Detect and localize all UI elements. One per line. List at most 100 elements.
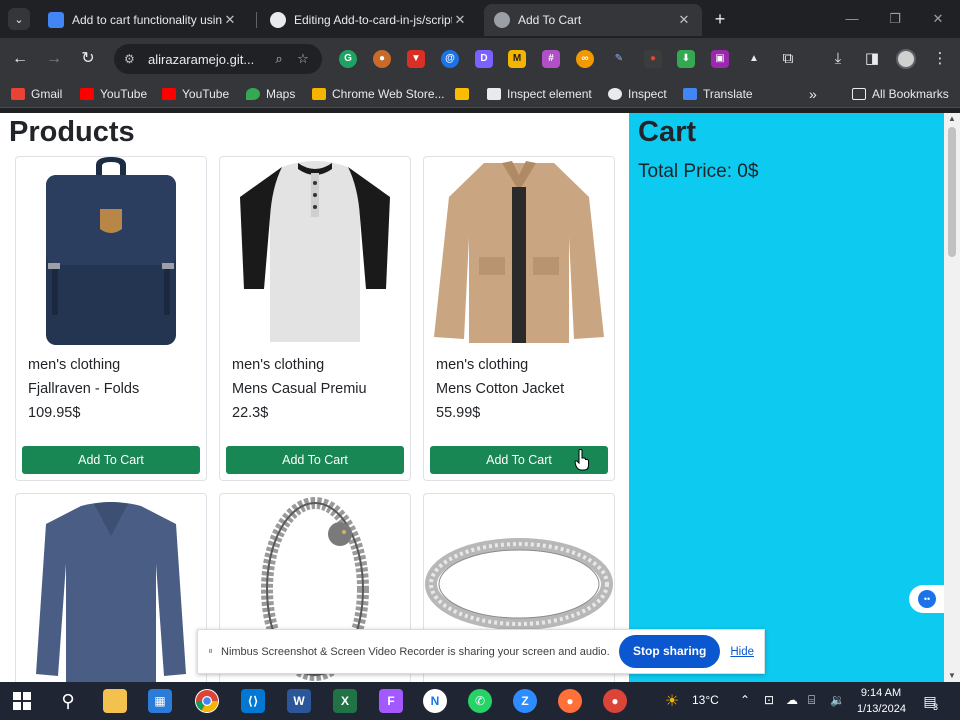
close-icon[interactable]: ✕ bbox=[676, 12, 692, 28]
tab-editing-script[interactable]: Editing Add-to-card-in-js/script ✕ bbox=[260, 4, 478, 36]
close-icon[interactable]: ✕ bbox=[222, 12, 238, 28]
firefox-icon[interactable]: ● bbox=[558, 689, 582, 713]
grammarly-extension-icon[interactable]: G bbox=[339, 50, 357, 68]
tab-search-button[interactable]: ⌄ bbox=[8, 8, 30, 30]
minimize-icon[interactable]: — bbox=[842, 9, 862, 29]
bookmark-youtube[interactable]: YouTube bbox=[80, 85, 147, 103]
extensions-puzzle-icon[interactable]: ⧉ bbox=[777, 48, 799, 70]
bookmark-gmail[interactable]: Gmail bbox=[11, 85, 62, 103]
drag-handle-icon[interactable]: ⏸ bbox=[208, 646, 213, 657]
page-scrollbar[interactable]: ▲ ▼ bbox=[944, 113, 960, 682]
microsoft-store-icon[interactable]: ▦ bbox=[148, 689, 172, 713]
bookmark-label: YouTube bbox=[100, 87, 148, 101]
tab-add-to-cart[interactable]: Add To Cart ✕ bbox=[484, 4, 702, 36]
bookmarks-bar: Gmail YouTube YouTube Maps Chrome Web St… bbox=[0, 80, 960, 108]
bookmark-star-icon[interactable]: ☆ bbox=[294, 51, 312, 67]
d-extension-icon[interactable]: D bbox=[475, 50, 493, 68]
bookmark-label: Maps bbox=[266, 87, 296, 101]
grid-extension-icon[interactable]: # bbox=[542, 50, 560, 68]
at-extension-icon[interactable]: @ bbox=[441, 50, 459, 68]
record-extension-icon[interactable]: ● bbox=[644, 50, 662, 68]
bookmark-inspect-element[interactable]: Inspect element bbox=[487, 85, 592, 103]
clock-time: 9:14 AM bbox=[860, 687, 902, 699]
network-icon[interactable]: ⌸ bbox=[808, 693, 815, 708]
whatsapp-icon[interactable]: ✆ bbox=[468, 689, 492, 713]
file-explorer-icon[interactable] bbox=[103, 689, 127, 713]
weather-temperature[interactable]: 13°C bbox=[692, 693, 719, 707]
shield-extension-icon[interactable]: ▼ bbox=[407, 50, 425, 68]
weather-sun-icon[interactable]: ☀ bbox=[660, 689, 684, 713]
onedrive-cloud-icon[interactable]: ☁ bbox=[786, 693, 798, 707]
more-bookmarks-chevron-icon[interactable]: » bbox=[809, 85, 817, 103]
word-icon[interactable]: W bbox=[287, 689, 311, 713]
new-tab-icon[interactable]: + bbox=[710, 9, 730, 29]
notifications-icon[interactable]: ▤ bbox=[918, 689, 942, 713]
bookmark-chrome-web-store[interactable]: Chrome Web Store... bbox=[312, 85, 445, 103]
vscode-icon[interactable]: ⟨⟩ bbox=[241, 689, 265, 713]
bookmark-youtube-2[interactable]: YouTube bbox=[162, 85, 229, 103]
assistant-widget[interactable]: •• bbox=[909, 585, 944, 613]
side-panel-icon[interactable]: ◨ bbox=[861, 48, 883, 70]
m-extension-icon[interactable]: M bbox=[508, 50, 526, 68]
pen-extension-icon[interactable]: ✎ bbox=[610, 50, 628, 68]
restore-icon[interactable]: ❐ bbox=[885, 9, 905, 29]
reload-icon[interactable]: ↻ bbox=[77, 48, 99, 70]
bookmark-label: Chrome Web Store... bbox=[332, 87, 445, 101]
cookie-extension-icon[interactable]: ● bbox=[373, 50, 391, 68]
search-icon[interactable]: ⚲ bbox=[56, 689, 80, 713]
download-arrow-extension-icon[interactable]: ⬇ bbox=[677, 50, 695, 68]
scroll-up-icon[interactable]: ▲ bbox=[944, 113, 960, 125]
products-heading: Products bbox=[9, 116, 135, 148]
bookmark-label: YouTube bbox=[182, 87, 230, 101]
start-windows-icon[interactable] bbox=[10, 689, 34, 713]
stop-sharing-button[interactable]: Stop sharing bbox=[619, 635, 721, 668]
excel-icon[interactable]: X bbox=[333, 689, 357, 713]
add-to-cart-button[interactable]: Add To Cart bbox=[22, 446, 200, 474]
product-card bbox=[15, 493, 207, 682]
zoom-icon[interactable]: ⌕ bbox=[270, 51, 288, 67]
hide-link[interactable]: Hide bbox=[730, 646, 754, 658]
menu-kebab-icon[interactable]: ⋮ bbox=[929, 48, 951, 70]
tab-add-to-cart-functionality[interactable]: Add to cart functionality using j ✕ bbox=[38, 4, 248, 36]
chrome-icon[interactable] bbox=[195, 689, 219, 713]
triangle-extension-icon[interactable]: ▲ bbox=[745, 50, 763, 68]
bookmark-inspect[interactable]: Inspect bbox=[608, 85, 667, 103]
download-icon[interactable]: ⤓ bbox=[827, 48, 849, 70]
bookmark-translate[interactable]: Translate bbox=[683, 85, 753, 103]
taskbar-clock[interactable]: 9:14 AM 1/13/2024 bbox=[857, 685, 906, 717]
product-image-raglan-shirt bbox=[220, 157, 410, 347]
address-bar[interactable]: ⚙ alirazaramejo.git... ⌕ ☆ bbox=[114, 44, 322, 74]
all-bookmarks[interactable]: All Bookmarks bbox=[852, 85, 949, 103]
maps-icon bbox=[246, 88, 260, 100]
back-icon[interactable]: ← bbox=[9, 48, 31, 70]
site-info-icon[interactable]: ⚙ bbox=[124, 52, 140, 66]
bag-extension-icon[interactable]: ▣ bbox=[711, 50, 729, 68]
app-n-icon[interactable]: N bbox=[423, 689, 447, 713]
volume-icon[interactable]: 🔉 bbox=[830, 693, 845, 707]
profile-avatar[interactable] bbox=[896, 49, 916, 69]
chrome-profile-icon[interactable]: ● bbox=[603, 689, 627, 713]
extension-bookmark-icon bbox=[455, 88, 469, 100]
forward-icon[interactable]: → bbox=[43, 48, 65, 70]
add-to-cart-button[interactable]: Add To Cart bbox=[226, 446, 404, 474]
translate-icon bbox=[683, 88, 697, 100]
figma-icon[interactable]: F bbox=[379, 689, 403, 713]
tab-strip: ⌄ Add to cart functionality using j ✕ Ed… bbox=[0, 0, 960, 38]
zoom-app-icon[interactable]: Z bbox=[513, 689, 537, 713]
url-text: alirazaramejo.git... bbox=[148, 51, 255, 67]
browser-toolbar: ← → ↻ ⚙ alirazaramejo.git... ⌕ ☆ G ● ▼ @… bbox=[0, 38, 960, 80]
product-image-long-sleeve-shirt bbox=[16, 494, 206, 682]
close-icon[interactable]: ✕ bbox=[452, 12, 468, 28]
eye-extension-icon[interactable]: ∞ bbox=[576, 50, 594, 68]
youtube-icon bbox=[80, 88, 94, 100]
bookmark-extension[interactable] bbox=[455, 85, 475, 103]
meet-now-icon[interactable]: ⊡ bbox=[764, 693, 774, 707]
tray-chevron-up-icon[interactable]: ⌃ bbox=[740, 693, 750, 707]
product-card: men's clothing Mens Casual Premiu 22.3$ … bbox=[219, 156, 411, 481]
product-category: men's clothing bbox=[436, 357, 529, 373]
window-close-icon[interactable]: ✕ bbox=[928, 9, 948, 29]
scrollbar-thumb[interactable] bbox=[948, 127, 956, 257]
product-name: Mens Casual Premiu bbox=[232, 381, 367, 397]
bookmark-maps[interactable]: Maps bbox=[246, 85, 295, 103]
scroll-down-icon[interactable]: ▼ bbox=[944, 670, 960, 682]
